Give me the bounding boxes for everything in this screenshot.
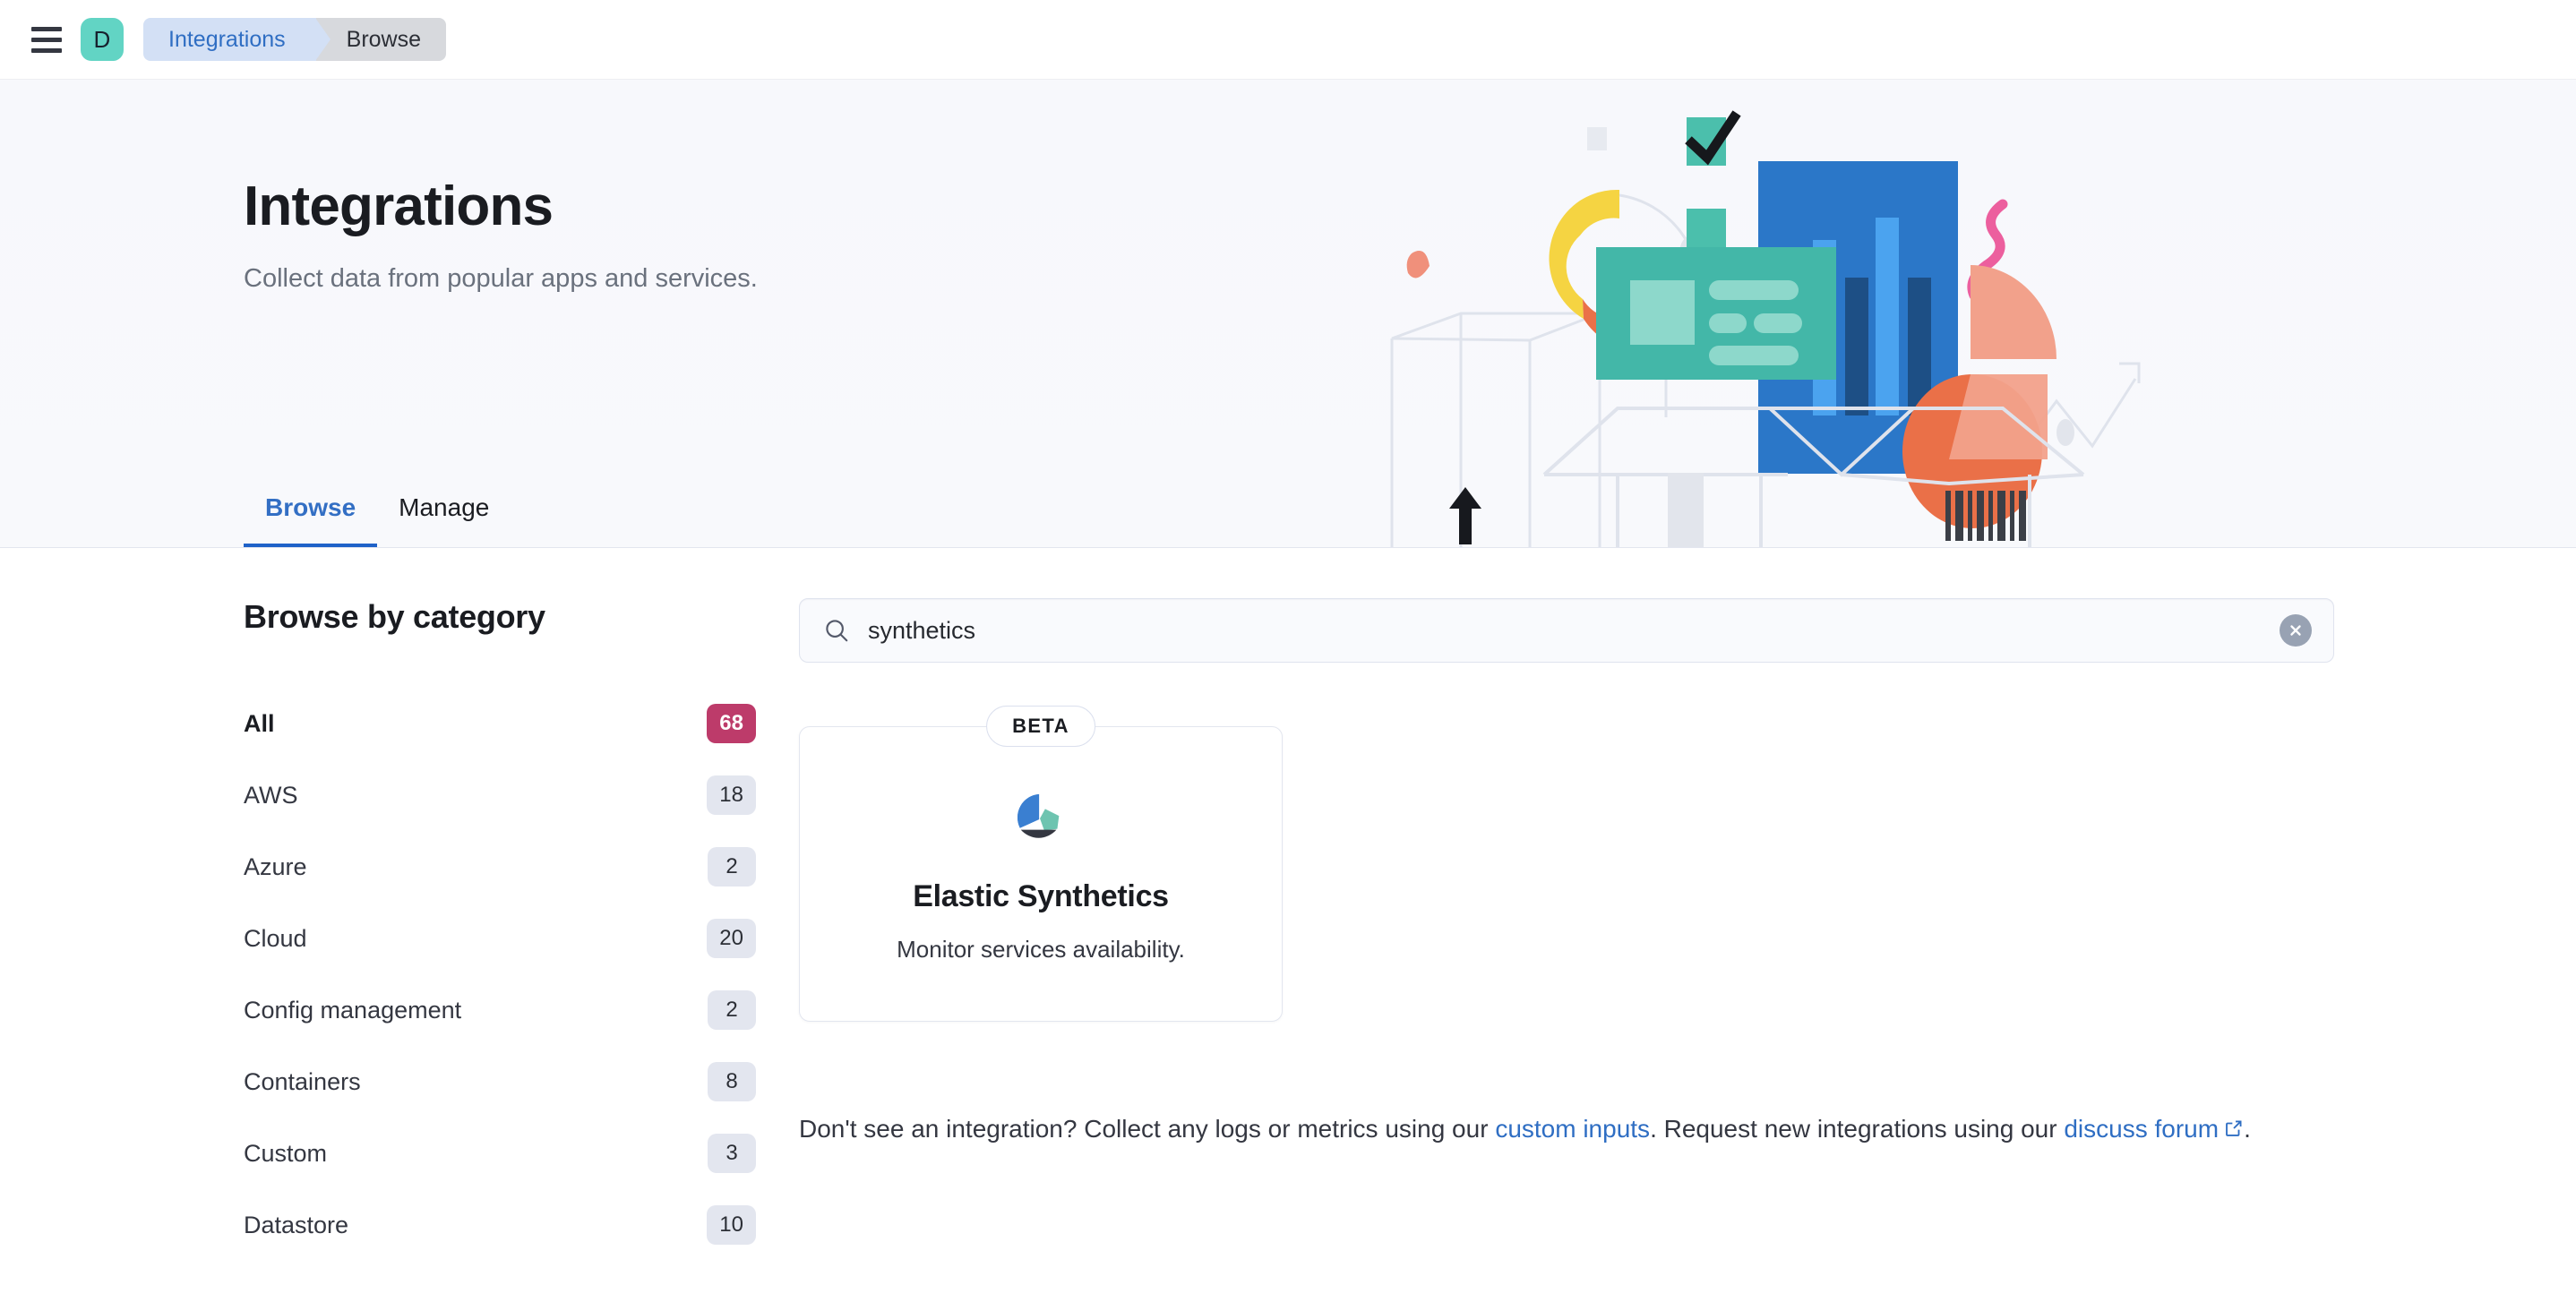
elastic-synthetics-logo-icon — [832, 790, 1249, 845]
hamburger-bar — [31, 47, 62, 53]
breadcrumb: Integrations Browse — [143, 18, 447, 61]
integration-card-wrapper: BETA Elastic Synthetics Monitor services… — [799, 706, 1283, 1022]
hamburger-bar — [31, 37, 62, 42]
category-count-badge: 3 — [708, 1134, 756, 1173]
sidebar-item-config-management[interactable]: Config management 2 — [244, 974, 799, 1046]
sidebar-item-all[interactable]: All 68 — [244, 688, 799, 759]
integration-card-grid: BETA Elastic Synthetics Monitor services… — [799, 706, 2334, 1022]
sidebar-item-cloud[interactable]: Cloud 20 — [244, 903, 799, 974]
sidebar-item-azure[interactable]: Azure 2 — [244, 831, 799, 903]
footer-note: Don't see an integration? Collect any lo… — [799, 1108, 2334, 1152]
integration-description: Monitor services availability. — [897, 936, 1185, 963]
results-panel: BETA Elastic Synthetics Monitor services… — [799, 598, 2576, 1261]
category-count-badge: 68 — [707, 704, 756, 743]
hamburger-bar — [31, 26, 62, 31]
external-link-icon[interactable] — [2224, 1109, 2244, 1152]
category-label: Azure — [244, 852, 307, 880]
category-label: All — [244, 709, 275, 737]
category-count-badge: 8 — [708, 1062, 756, 1101]
tab-manage[interactable]: Manage — [377, 493, 511, 547]
hero-text-block: Integrations Collect data from popular a… — [0, 79, 2576, 294]
custom-inputs-link[interactable]: custom inputs — [1495, 1115, 1650, 1143]
tab-browse[interactable]: Browse — [244, 493, 378, 547]
page-hero: Integrations Collect data from popular a… — [0, 79, 2576, 548]
category-sidebar: Browse by category All 68 AWS 18 Azure 2… — [244, 598, 799, 1261]
category-label: AWS — [244, 781, 298, 809]
avatar[interactable]: D — [81, 18, 124, 61]
category-label: Containers — [244, 1067, 361, 1095]
category-count-badge: 18 — [707, 775, 756, 815]
clear-search-icon[interactable] — [2280, 614, 2312, 647]
sidebar-item-containers[interactable]: Containers 8 — [244, 1046, 799, 1118]
integration-title: Elastic Synthetics — [913, 879, 1169, 913]
sidebar-item-custom[interactable]: Custom 3 — [244, 1118, 799, 1189]
search-icon — [823, 617, 850, 644]
footer-note-text-1: Don't see an integration? Collect any lo… — [799, 1115, 1496, 1143]
category-label: Custom — [244, 1139, 328, 1167]
page-title: Integrations — [244, 176, 554, 237]
category-count-badge: 2 — [708, 847, 756, 887]
footer-note-text-3: . — [2244, 1115, 2251, 1143]
search-input[interactable] — [868, 616, 2280, 645]
category-label: Config management — [244, 996, 462, 1024]
integration-card-elastic-synthetics[interactable]: Elastic Synthetics Monitor services avai… — [799, 726, 1283, 1022]
category-label: Datastore — [244, 1211, 349, 1238]
sidebar-title: Browse by category — [244, 598, 545, 635]
category-label: Cloud — [244, 924, 307, 952]
breadcrumb-item-integrations[interactable]: Integrations — [143, 18, 331, 61]
search-bar[interactable] — [799, 598, 2334, 663]
hamburger-menu-icon[interactable] — [27, 20, 66, 59]
status-badge: BETA — [986, 706, 1095, 747]
breadcrumb-item-browse[interactable]: Browse — [315, 18, 447, 61]
footer-note-text-2: . Request new integrations using our — [1650, 1115, 2065, 1143]
tab-bar: Browse Manage — [244, 493, 511, 547]
category-count-badge: 10 — [707, 1205, 756, 1245]
category-count-badge: 20 — [707, 919, 756, 958]
sidebar-item-datastore[interactable]: Datastore 10 — [244, 1189, 799, 1261]
top-navigation-bar: D Integrations Browse — [0, 0, 2576, 79]
page-subtitle: Collect data from popular apps and servi… — [244, 264, 758, 294]
category-list: All 68 AWS 18 Azure 2 Cloud 20 Config ma… — [244, 688, 799, 1261]
sidebar-item-aws[interactable]: AWS 18 — [244, 759, 799, 831]
discuss-forum-link[interactable]: discuss forum — [2064, 1115, 2219, 1143]
category-count-badge: 2 — [708, 990, 756, 1030]
page-body: Browse by category All 68 AWS 18 Azure 2… — [0, 548, 2576, 1261]
